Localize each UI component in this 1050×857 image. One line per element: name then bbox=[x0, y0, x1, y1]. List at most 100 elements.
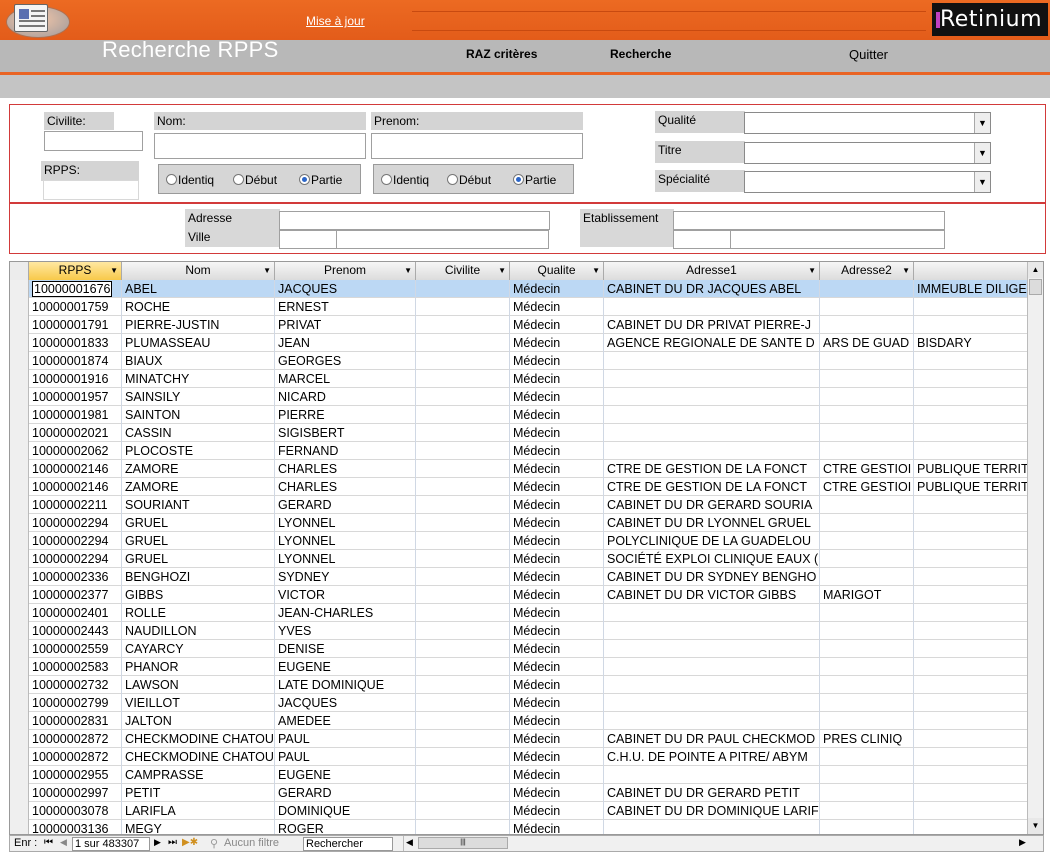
cell-adresse2[interactable] bbox=[820, 442, 914, 460]
cell-qualite[interactable]: Médecin bbox=[510, 640, 604, 658]
cell-civilite[interactable] bbox=[416, 298, 510, 316]
cell-rpps[interactable]: 10000002377 bbox=[29, 586, 122, 604]
cell-adresse2[interactable] bbox=[820, 568, 914, 586]
row-selector[interactable] bbox=[10, 604, 29, 622]
table-row[interactable]: 10000002732 LAWSON LATE DOMINIQUE Médecin bbox=[10, 676, 1030, 694]
cell-prenom[interactable]: SIGISBERT bbox=[275, 424, 416, 442]
cell-adresse2[interactable] bbox=[820, 316, 914, 334]
cell-adresse3[interactable] bbox=[914, 676, 1030, 694]
table-row[interactable]: 10000002336 BENGHOZI SYDNEY Médecin CABINET … bbox=[10, 568, 1030, 586]
cell-civilite[interactable] bbox=[416, 388, 510, 406]
cell-rpps[interactable]: 10000002021 bbox=[29, 424, 122, 442]
cell-adresse1[interactable]: AGENCE REGIONALE DE SANTE D bbox=[604, 334, 820, 352]
cell-civilite[interactable] bbox=[416, 802, 510, 820]
row-selector[interactable] bbox=[10, 406, 29, 424]
cell-adresse3[interactable] bbox=[914, 586, 1030, 604]
cell-qualite[interactable]: Médecin bbox=[510, 406, 604, 424]
cell-adresse3[interactable] bbox=[914, 406, 1030, 424]
cell-nom[interactable]: VIEILLOT bbox=[122, 694, 275, 712]
cell-qualite[interactable]: Médecin bbox=[510, 712, 604, 730]
next-record-icon[interactable]: ▶ bbox=[154, 837, 161, 848]
cell-rpps[interactable]: 10000001833 bbox=[29, 334, 122, 352]
table-row[interactable]: 10000002799 VIEILLOT JACQUES Médecin bbox=[10, 694, 1030, 712]
cell-adresse3[interactable] bbox=[914, 640, 1030, 658]
cell-adresse1[interactable]: CABINET DU DR PAUL CHECKMOD bbox=[604, 730, 820, 748]
cell-adresse3[interactable] bbox=[914, 352, 1030, 370]
cell-qualite[interactable]: Médecin bbox=[510, 334, 604, 352]
cell-adresse2[interactable] bbox=[820, 514, 914, 532]
cell-adresse1[interactable] bbox=[604, 658, 820, 676]
cell-adresse2[interactable] bbox=[820, 280, 914, 298]
column-header-civilite[interactable]: Civilite ▼ bbox=[416, 262, 510, 280]
cell-adresse3[interactable] bbox=[914, 622, 1030, 640]
cell-civilite[interactable] bbox=[416, 730, 510, 748]
dropdown-arrow-icon[interactable]: ▼ bbox=[263, 262, 271, 279]
row-selector[interactable] bbox=[10, 334, 29, 352]
cell-civilite[interactable] bbox=[416, 442, 510, 460]
cell-adresse2[interactable] bbox=[820, 766, 914, 784]
column-header-adresse3[interactable] bbox=[914, 262, 1030, 280]
cell-prenom[interactable]: CHARLES bbox=[275, 460, 416, 478]
cell-qualite[interactable]: Médecin bbox=[510, 442, 604, 460]
table-row[interactable]: 10000002583 PHANOR EUGENE Médecin bbox=[10, 658, 1030, 676]
cell-rpps[interactable]: 10000001791 bbox=[29, 316, 122, 334]
table-row[interactable]: 10000002021 CASSIN SIGISBERT Médecin bbox=[10, 424, 1030, 442]
cell-adresse3[interactable]: PUBLIQUE TERRIT bbox=[914, 478, 1030, 496]
cell-prenom[interactable]: FERNAND bbox=[275, 442, 416, 460]
cell-nom[interactable]: NAUDILLON bbox=[122, 622, 275, 640]
cell-civilite[interactable] bbox=[416, 676, 510, 694]
cell-adresse1[interactable]: CTRE DE GESTION DE LA FONCT bbox=[604, 460, 820, 478]
table-row[interactable]: 10000001916 MINATCHY MARCEL Médecin bbox=[10, 370, 1030, 388]
cell-civilite[interactable] bbox=[416, 748, 510, 766]
cell-adresse1[interactable] bbox=[604, 352, 820, 370]
cell-adresse3[interactable] bbox=[914, 532, 1030, 550]
cell-rpps[interactable]: 10000001759 bbox=[29, 298, 122, 316]
cell-qualite[interactable]: Médecin bbox=[510, 676, 604, 694]
chevron-down-icon[interactable]: ▼ bbox=[974, 143, 990, 163]
cell-civilite[interactable] bbox=[416, 640, 510, 658]
cell-civilite[interactable] bbox=[416, 460, 510, 478]
cell-rpps[interactable]: 10000002336 bbox=[29, 568, 122, 586]
cell-nom[interactable]: SOURIANT bbox=[122, 496, 275, 514]
cell-adresse1[interactable]: CABINET DU DR GERARD PETIT bbox=[604, 784, 820, 802]
cell-rpps[interactable]: 10000002294 bbox=[29, 550, 122, 568]
nom-radio-identiq[interactable]: Identiq bbox=[166, 173, 214, 187]
cell-nom[interactable]: JALTON bbox=[122, 712, 275, 730]
cell-qualite[interactable]: Médecin bbox=[510, 514, 604, 532]
cell-civilite[interactable] bbox=[416, 694, 510, 712]
cell-adresse1[interactable] bbox=[604, 640, 820, 658]
row-selector[interactable] bbox=[10, 442, 29, 460]
cell-civilite[interactable] bbox=[416, 604, 510, 622]
cell-qualite[interactable]: Médecin bbox=[510, 802, 604, 820]
cell-nom[interactable]: CAYARCY bbox=[122, 640, 275, 658]
cell-nom[interactable]: LARIFLA bbox=[122, 802, 275, 820]
cell-adresse3[interactable] bbox=[914, 568, 1030, 586]
table-row[interactable]: 10000001833 PLUMASSEAU JEAN Médecin AGENCE R… bbox=[10, 334, 1030, 352]
cell-civilite[interactable] bbox=[416, 622, 510, 640]
cell-adresse3[interactable] bbox=[914, 658, 1030, 676]
cell-adresse1[interactable]: C.H.U. DE POINTE A PITRE/ ABYM bbox=[604, 748, 820, 766]
column-header-adresse2[interactable]: Adresse2 ▼ bbox=[820, 262, 914, 280]
table-row[interactable]: 10000002872 CHECKMODINE CHATOU PAUL Médecin… bbox=[10, 730, 1030, 748]
cell-nom[interactable]: PHANOR bbox=[122, 658, 275, 676]
cell-civilite[interactable] bbox=[416, 784, 510, 802]
cell-qualite[interactable]: Médecin bbox=[510, 280, 604, 298]
cell-adresse2[interactable] bbox=[820, 820, 914, 834]
cell-nom[interactable]: ROCHE bbox=[122, 298, 275, 316]
code-postal-field[interactable] bbox=[279, 230, 337, 249]
cell-adresse1[interactable] bbox=[604, 370, 820, 388]
row-selector[interactable] bbox=[10, 586, 29, 604]
column-header-qualite[interactable]: Qualite ▼ bbox=[510, 262, 604, 280]
etablissement-field[interactable] bbox=[673, 211, 945, 230]
column-header-nom[interactable]: Nom ▼ bbox=[122, 262, 275, 280]
cell-rpps[interactable]: 10000002732 bbox=[29, 676, 122, 694]
cell-rpps[interactable]: 10000001981 bbox=[29, 406, 122, 424]
cell-rpps[interactable]: 10000002294 bbox=[29, 532, 122, 550]
cell-adresse3[interactable]: IMMEUBLE DILIGE bbox=[914, 280, 1030, 298]
cell-nom[interactable]: ZAMORE bbox=[122, 460, 275, 478]
cell-rpps[interactable]: 10000001676 bbox=[29, 280, 122, 298]
cell-adresse3[interactable] bbox=[914, 424, 1030, 442]
cell-adresse1[interactable] bbox=[604, 622, 820, 640]
specialite-select[interactable]: ▼ bbox=[744, 171, 991, 193]
cell-adresse1[interactable] bbox=[604, 298, 820, 316]
